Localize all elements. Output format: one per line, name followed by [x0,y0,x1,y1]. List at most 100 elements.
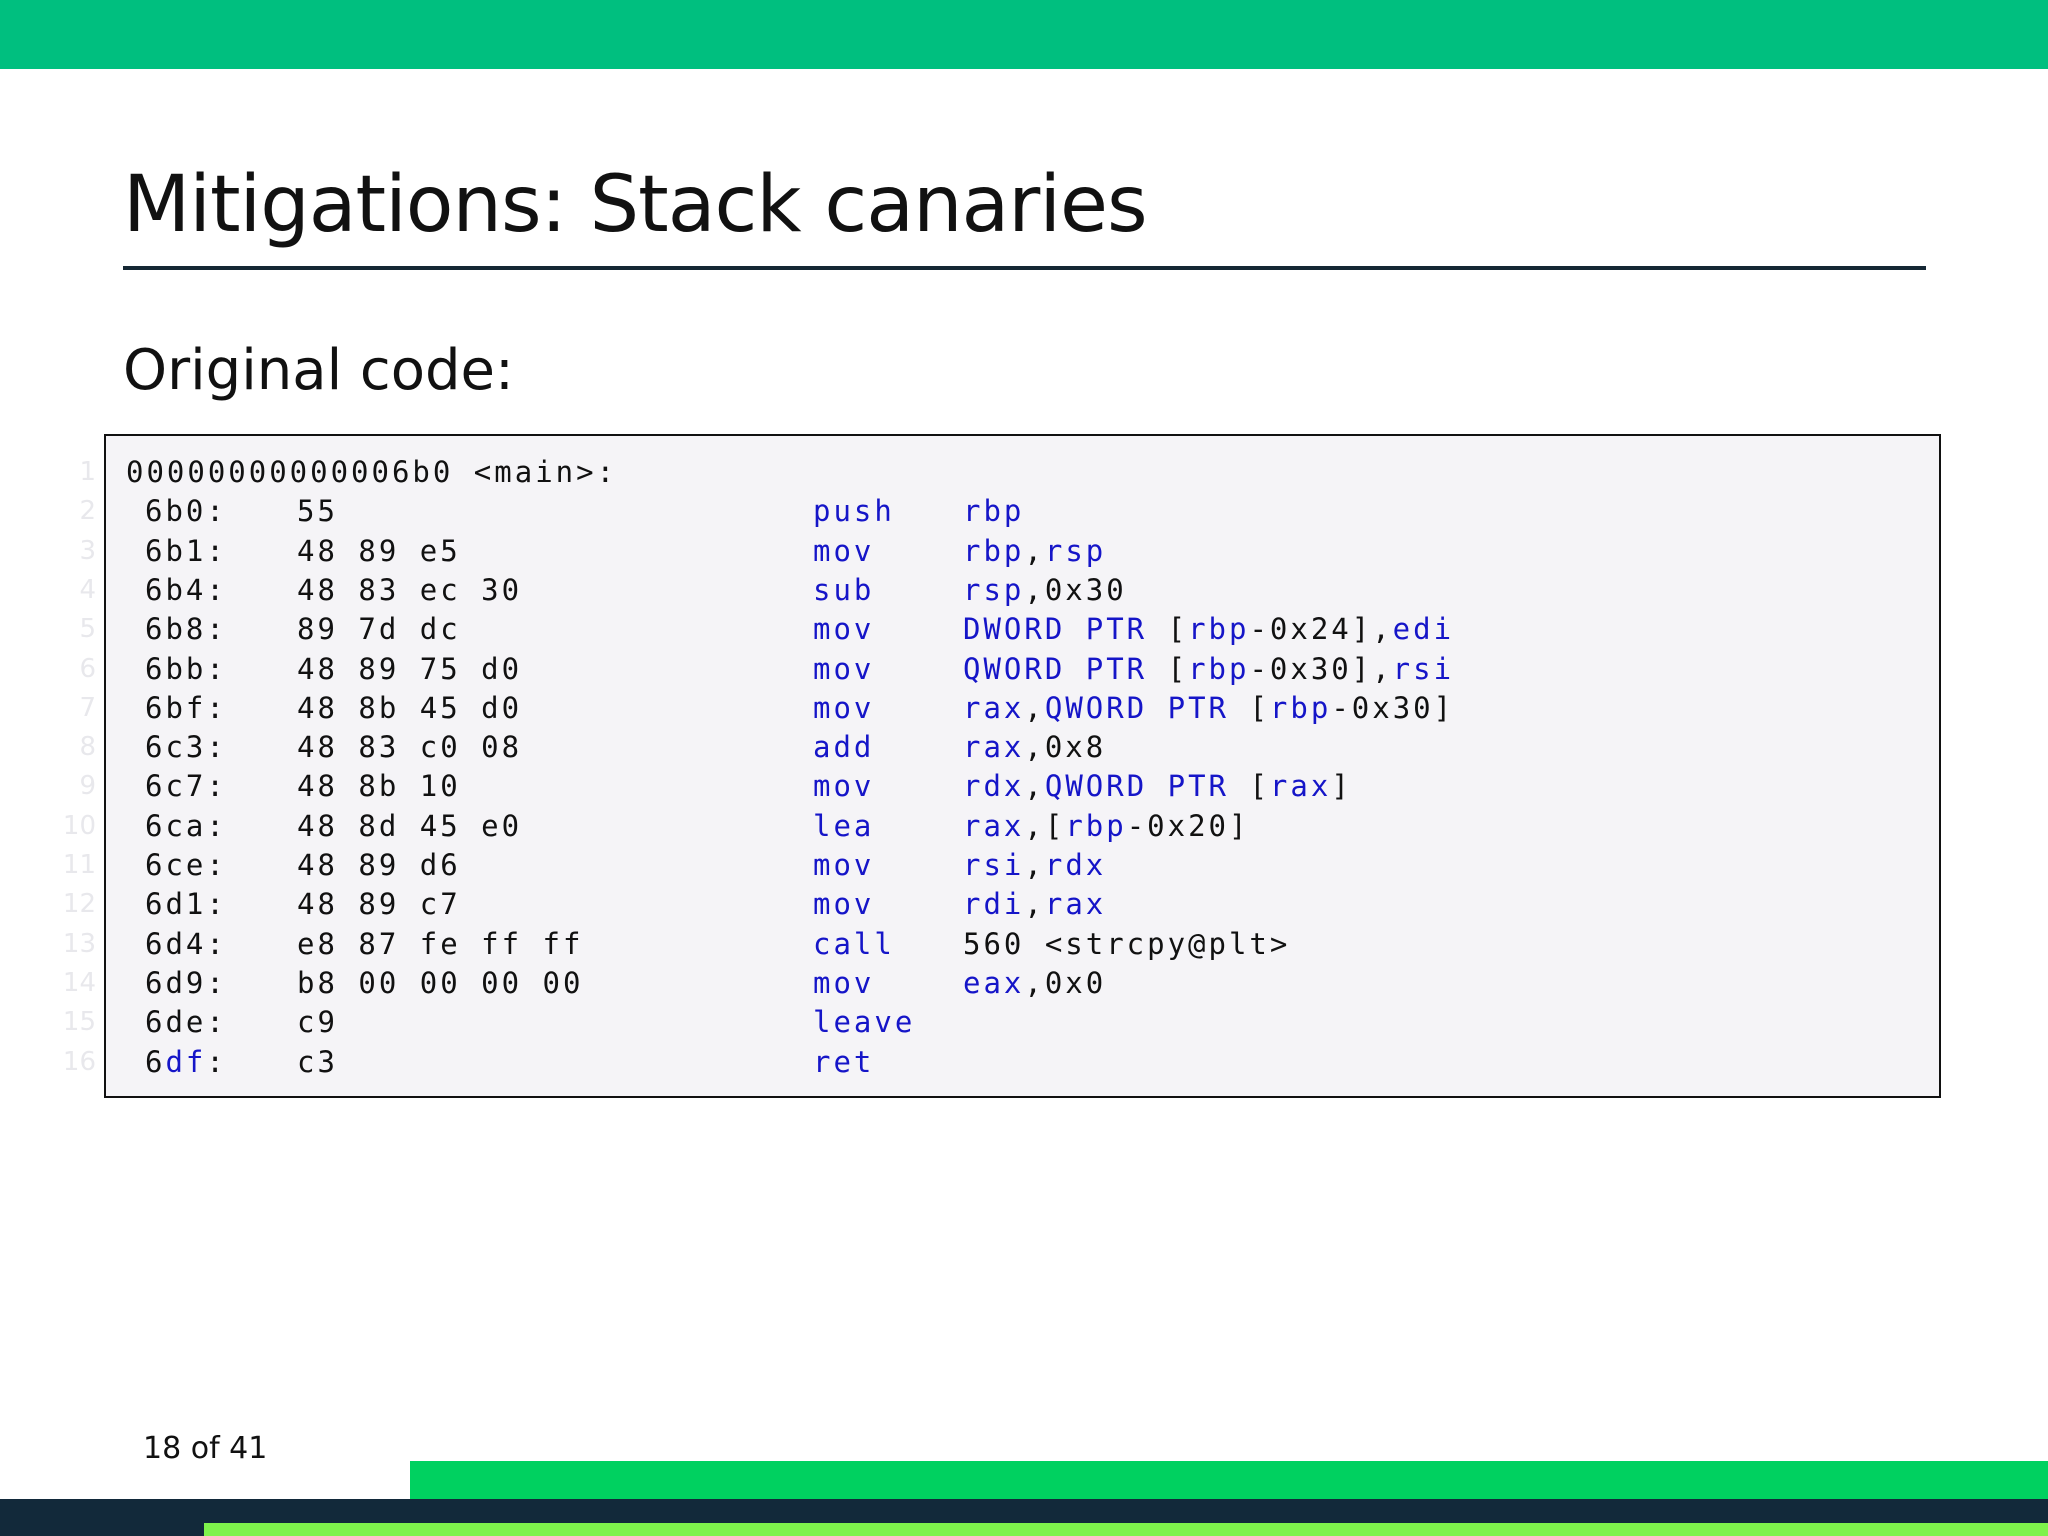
instruction-address: 6b8: [145,612,227,647]
instruction-address: 6ca: [145,808,227,843]
line-number: 10 [62,810,96,841]
instruction-bytes: c9 [297,1005,338,1040]
operand-register: rsi [1392,651,1455,686]
operand-text: [ [1229,769,1270,804]
operand-text: -0x20] [1126,808,1250,843]
instruction-bytes: 48 89 d6 [297,848,461,882]
instruction-bytes: c3 [297,1044,338,1079]
slide-title: Mitigations: Stack canaries [123,160,1148,250]
function-header: 00000000000006b0 <main>: [126,455,618,489]
operand-register: rbp [1269,690,1332,725]
instruction-address: 6b4: [145,572,227,607]
operand-text: ,0x8 [1024,730,1107,765]
instruction-address: 6d1: [145,887,227,922]
instruction-operands: DWORD PTR [rbp-0x24],edi [963,610,1454,649]
line-number: 4 [79,574,96,605]
instruction-address: 6c7: [145,769,227,804]
instruction-bytes: 48 89 75 d0 [297,651,523,686]
operand-register: rsp [963,572,1025,607]
operand-register: DWORD PTR [963,612,1148,647]
line-number: 11 [62,850,96,880]
line-number: 7 [79,692,96,723]
instruction-mnemonic: lea [813,808,875,843]
instruction-operands: rax,[rbp-0x20] [963,807,1249,846]
line-number: 13 [62,928,96,959]
instruction-address: 6bf: [145,690,227,725]
instruction-bytes: 48 89 e5 [297,533,461,568]
line-number: 14 [62,967,96,998]
instruction-mnemonic: add [813,730,875,765]
instruction-bytes: 48 8d 45 e0 [297,808,523,843]
address-part: : [206,1044,227,1079]
instruction-address: 6d4: [145,926,227,961]
instruction-address: 6b0: [145,494,227,529]
operand-register: rsp [1044,533,1107,568]
instruction-mnemonic: leave [813,1005,916,1040]
operand-register: rdx [963,769,1025,804]
operand-text: -0x30] [1331,690,1455,725]
operand-text: ,[ [1024,808,1066,843]
operand-register: rbp [963,494,1025,529]
operand-text: ] [1331,769,1352,804]
instruction-address: 6df: [145,1043,227,1082]
operand-text: , [1024,769,1045,804]
instruction-mnemonic: mov [813,690,875,725]
instruction-operands: rax,0x8 [963,728,1106,767]
instruction-operands: rbp,rsp [963,532,1106,571]
operand-register: rax [963,808,1025,843]
line-number: 16 [62,1046,96,1077]
line-number: 8 [79,732,96,763]
line-number: 6 [79,653,96,684]
operand-text: ,0x0 [1024,965,1107,1000]
instruction-mnemonic: mov [813,612,875,647]
instruction-operands: rdx,QWORD PTR [rax] [963,767,1352,806]
operand-register: rdi [963,887,1025,922]
instruction-address: 6d9: [145,965,227,1000]
operand-text: 560 <strcpy@plt> [963,926,1291,961]
line-number: 5 [79,614,96,645]
instruction-bytes: b8 00 00 00 00 [297,965,584,1000]
operand-register: rbp [963,533,1025,568]
operand-register: rax [963,690,1025,725]
operand-register: QWORD PTR [1044,690,1229,725]
footer-bar-dark-strip [0,1523,204,1536]
line-number: 1 [79,457,96,487]
instruction-address: 6c3: [145,730,227,765]
line-number: 3 [79,535,96,566]
operand-text: [ [1147,651,1189,686]
instruction-bytes: 48 8b 45 d0 [297,690,523,725]
instruction-operands: rbp [963,492,1024,531]
instruction-bytes: e8 87 fe ff ff [297,926,584,961]
instruction-mnemonic: mov [813,533,875,568]
line-number: 2 [79,496,96,527]
section-heading: Original code: [123,338,514,403]
operand-text: , [1024,690,1045,725]
instruction-operands: rax,QWORD PTR [rbp-0x30] [963,689,1454,728]
line-number: 12 [62,889,96,920]
operand-text: -0x30], [1249,651,1393,686]
operand-register: rbp [1188,612,1250,647]
instruction-bytes: 48 83 ec 30 [297,572,523,607]
instruction-mnemonic: ret [813,1044,875,1079]
address-part: df [165,1044,207,1079]
operand-text: ,0x30 [1024,572,1127,607]
title-divider [123,266,1926,270]
operand-text: -0x24], [1249,612,1393,647]
operand-register: rbp [1065,808,1127,843]
instruction-bytes: 48 8b 10 [297,769,461,804]
operand-text: [ [1147,612,1189,647]
operand-text: , [1024,533,1045,568]
operand-register: edi [1392,612,1455,647]
instruction-mnemonic: mov [813,965,875,1000]
instruction-address: 6bb: [145,651,227,686]
line-number: 15 [62,1007,96,1038]
operand-register: rbp [1188,651,1250,686]
instruction-operands: QWORD PTR [rbp-0x30],rsi [963,650,1454,689]
instruction-mnemonic: push [813,494,895,529]
operand-text: , [1024,848,1045,882]
instruction-operands: rsp,0x30 [963,571,1127,610]
operand-register: QWORD PTR [1044,769,1229,804]
instruction-mnemonic: mov [813,848,875,882]
instruction-address: 6ce: [145,848,227,882]
instruction-mnemonic: mov [813,651,875,686]
